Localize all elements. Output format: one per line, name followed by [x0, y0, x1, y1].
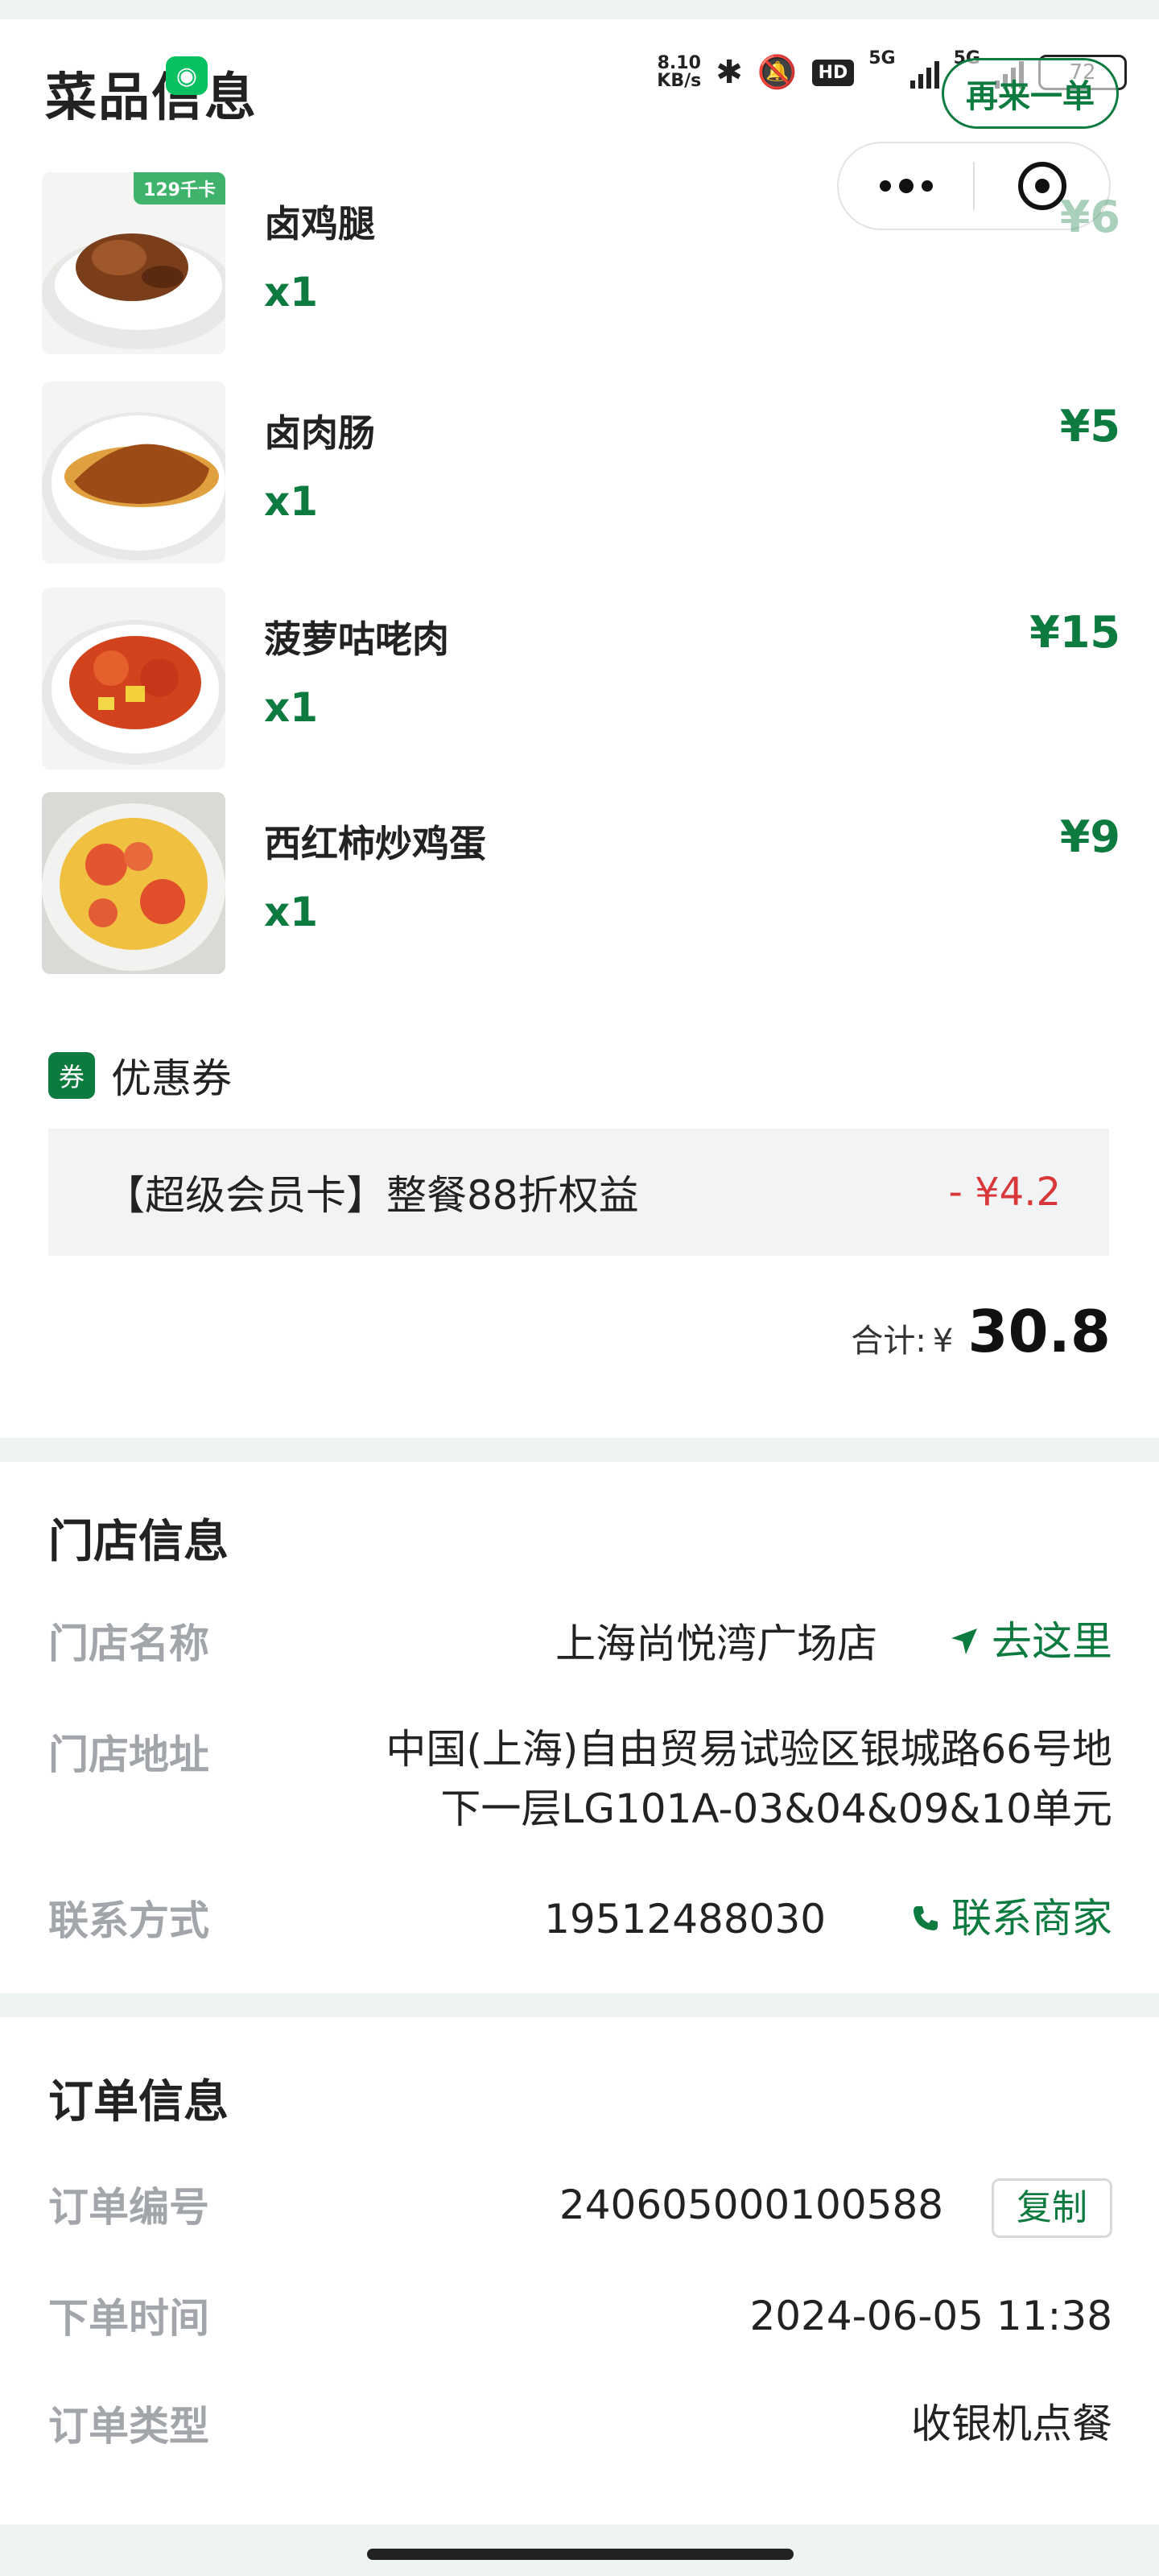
store-section-title: 门店信息: [48, 1516, 229, 1568]
order-number-label: 订单编号: [48, 2184, 209, 2231]
network-speed-unit: KB/s: [657, 71, 702, 91]
order-type-label: 订单类型: [48, 2403, 209, 2450]
coupon-header: 券 优惠券: [48, 1046, 232, 1104]
network-speed-value: 8.10: [657, 53, 701, 73]
page-title: 菜品信息: [45, 68, 258, 128]
store-name-value: 上海尚悦湾广场店 去这里: [555, 1612, 1112, 1674]
order-time: 2024-06-05 11:38: [749, 2293, 1112, 2339]
dish-name: 卤肉肠: [264, 411, 375, 455]
total-amount: 30.8: [967, 1298, 1111, 1365]
store-name: 上海尚悦湾广场店: [555, 1620, 878, 1667]
list-item: 129千卡 卤鸡腿 x1 ¥6: [42, 172, 1120, 354]
contact-merchant-label: 联系商家: [951, 1895, 1112, 1942]
phone-icon: [914, 1906, 938, 1930]
dish-price: ¥15: [1029, 607, 1120, 658]
order-type: 收银机点餐: [911, 2401, 1112, 2447]
order-type-row: 订单类型 收银机点餐: [48, 2394, 1112, 2458]
hd-voice-icon: HD: [811, 59, 855, 86]
home-indicator[interactable]: [367, 2549, 794, 2560]
navigate-button[interactable]: 去这里: [948, 1612, 1112, 1671]
coupon-discount-amount: - ¥4.2: [948, 1170, 1061, 1215]
store-contact-value: 19512488030 联系商家: [544, 1889, 1112, 1949]
order-total: 合计: ¥ 30.8: [851, 1298, 1111, 1365]
dish-name: 卤鸡腿: [264, 202, 375, 246]
dish-image: 129千卡: [42, 172, 225, 354]
list-item: 菠萝咕咾肉 x1 ¥15: [42, 588, 1120, 770]
dish-image: [42, 382, 225, 564]
store-contact-label: 联系方式: [48, 1897, 209, 1944]
dish-name: 菠萝咕咾肉: [264, 617, 449, 661]
store-name-label: 门店名称: [48, 1620, 209, 1667]
bluetooth-icon: ✱: [716, 54, 743, 91]
network-speed: 8.10 KB/s: [657, 55, 701, 90]
coupon-title: 优惠券: [111, 1055, 232, 1102]
dish-quantity: x1: [264, 269, 319, 316]
dish-price: ¥9: [1059, 811, 1120, 862]
store-name-row: 门店名称 上海尚悦湾广场店 去这里: [48, 1612, 1112, 1676]
dish-name: 西红柿炒鸡蛋: [264, 822, 486, 865]
signal-strength-icon: [909, 56, 939, 89]
dish-quantity: x1: [264, 684, 319, 731]
list-item: 卤肉肠 x1 ¥5: [42, 382, 1120, 564]
order-number: 240605000100588: [559, 2182, 944, 2228]
total-label: 合计:: [851, 1323, 926, 1360]
calorie-badge: 129千卡: [134, 172, 225, 204]
copy-button[interactable]: 复制: [992, 2178, 1112, 2238]
reorder-button[interactable]: 再来一单: [942, 58, 1119, 129]
dish-quantity: x1: [264, 889, 319, 935]
coupon-text: 【超级会员卡】整餐88折权益: [105, 1172, 639, 1219]
coupon-item: 【超级会员卡】整餐88折权益 - ¥4.2: [48, 1129, 1109, 1256]
store-address-line: 下一层LG101A-03&04&09&10单元: [440, 1785, 1112, 1832]
dish-image: [42, 588, 225, 770]
dish-quantity: x1: [264, 478, 319, 525]
store-address-label: 门店地址: [48, 1732, 209, 1778]
wechat-icon: ◉: [166, 56, 208, 95]
dish-price: ¥6: [1059, 192, 1120, 242]
network-type-1: 5G: [868, 48, 896, 68]
navigation-arrow-icon: [951, 1629, 977, 1654]
store-phone: 19512488030: [544, 1896, 827, 1942]
coupon-icon: 券: [48, 1052, 95, 1099]
list-item: 西红柿炒鸡蛋 x1 ¥9: [42, 792, 1120, 974]
dish-price: ¥5: [1059, 401, 1120, 452]
total-currency: ¥: [932, 1323, 954, 1360]
order-section-title: 订单信息: [48, 2076, 229, 2128]
store-address-row: 门店地址 中国(上海)自由贸易试验区银城路66号地 下一层LG101A-03&0…: [48, 1719, 1112, 1848]
store-address-value: 中国(上海)自由贸易试验区银城路66号地 下一层LG101A-03&04&09&…: [386, 1719, 1112, 1839]
order-time-row: 下单时间 2024-06-05 11:38: [48, 2286, 1112, 2351]
contact-merchant-button[interactable]: 联系商家: [911, 1889, 1112, 1948]
dish-image: [42, 792, 225, 974]
store-contact-row: 联系方式 19512488030 联系商家: [48, 1889, 1112, 1953]
store-address-line: 中国(上海)自由贸易试验区银城路66号地: [386, 1726, 1112, 1773]
order-time-label: 下单时间: [48, 2295, 209, 2342]
mute-bell-icon: 🔕: [757, 54, 798, 91]
order-number-row: 订单编号 240605000100588 复制: [48, 2175, 1112, 2240]
navigate-label: 去这里: [992, 1618, 1112, 1665]
order-number-value: 240605000100588 复制: [559, 2175, 1112, 2238]
